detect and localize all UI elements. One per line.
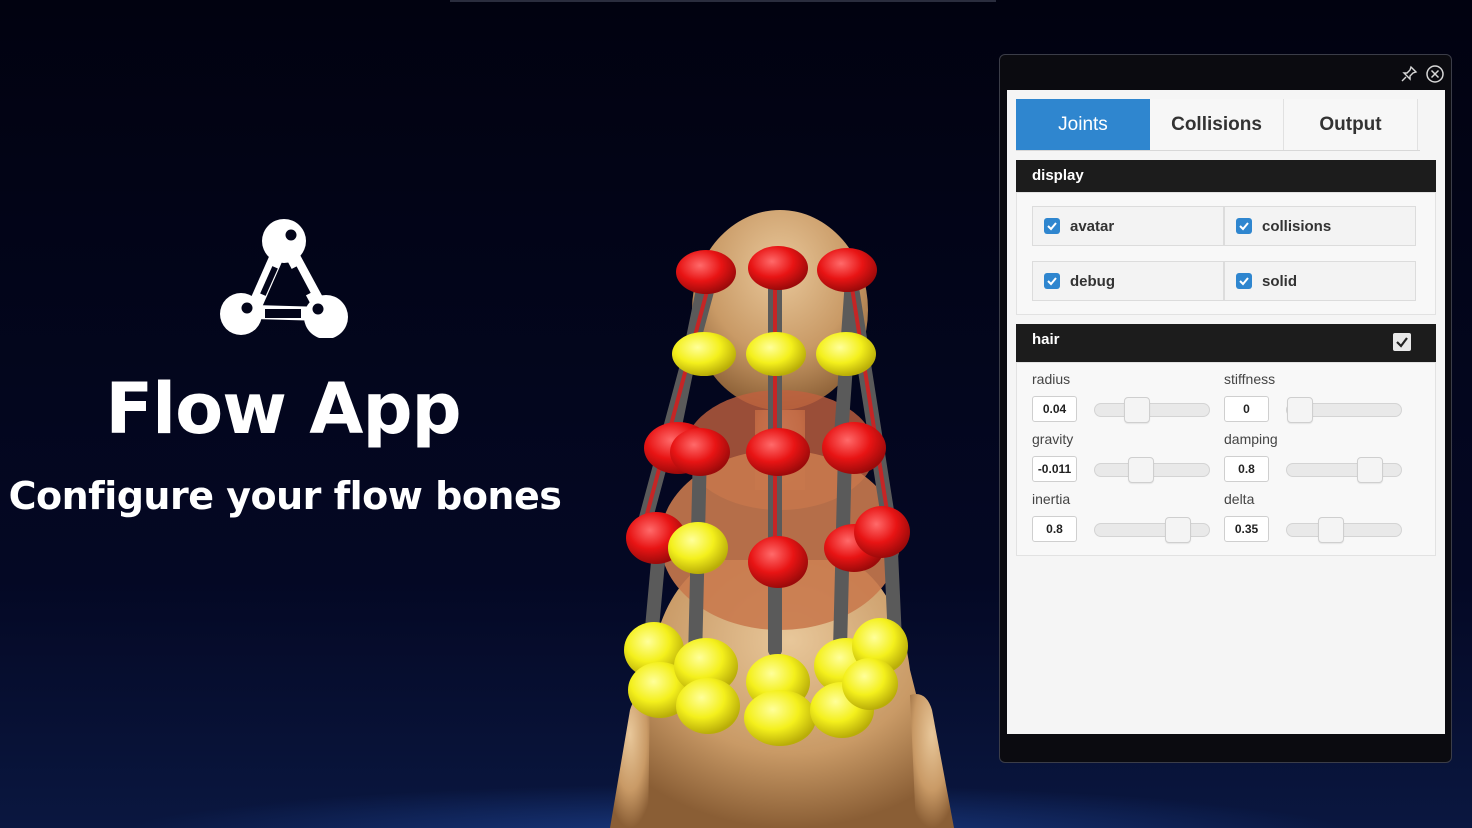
hair-section-header: hair (1016, 324, 1436, 362)
hair-enabled-checkbox[interactable] (1393, 333, 1411, 351)
gravity-slider[interactable] (1094, 457, 1210, 483)
gravity-label: gravity (1032, 431, 1074, 447)
tab-collisions-label: Collisions (1171, 113, 1262, 135)
avatar-checkbox[interactable]: avatar (1032, 206, 1224, 246)
delta-value-field[interactable]: 0.35 (1224, 516, 1269, 542)
delta-slider[interactable] (1286, 517, 1402, 543)
display-section-header: display (1016, 160, 1436, 192)
display-section-title: display (1032, 167, 1084, 184)
collisions-checkbox[interactable]: collisions (1224, 206, 1416, 246)
tab-collisions[interactable]: Collisions (1150, 99, 1284, 150)
radius-slider[interactable] (1094, 397, 1210, 423)
stiffness-label: stiffness (1224, 371, 1276, 387)
display-options: avatar collisions debug solid (1016, 192, 1436, 315)
inertia-value-field[interactable]: 0.8 (1032, 516, 1077, 542)
gravity-value-field[interactable]: -0.011 (1032, 456, 1077, 482)
flow-settings-panel: Joints Collisions Output display avatar … (999, 54, 1452, 763)
app-subtitle: Configure your flow bones (8, 474, 562, 518)
stiffness-slider[interactable] (1286, 397, 1402, 423)
checkbox-checked-icon (1236, 218, 1252, 234)
solid-checkbox[interactable]: solid (1224, 261, 1416, 301)
avatar-label: avatar (1070, 217, 1115, 235)
damping-slider[interactable] (1286, 457, 1402, 483)
checkbox-checked-icon (1236, 273, 1252, 289)
flow-logo-icon (220, 219, 348, 338)
radius-label: radius (1032, 371, 1071, 387)
debug-label: debug (1070, 272, 1115, 290)
inertia-slider[interactable] (1094, 517, 1210, 543)
hair-params: radius 0.04 stiffness 0 gravity -0.011 d… (1016, 362, 1436, 556)
tab-output-label: Output (1319, 113, 1382, 135)
damping-label: damping (1224, 431, 1278, 447)
delta-slider-thumb[interactable] (1317, 517, 1344, 543)
delta-label: delta (1224, 491, 1255, 507)
tab-bar: Joints Collisions Output (1016, 99, 1420, 151)
gravity-slider-thumb[interactable] (1128, 457, 1155, 483)
tab-joints-label: Joints (1058, 113, 1108, 135)
panel-content: Joints Collisions Output display avatar … (1007, 90, 1445, 734)
stiffness-slider-thumb[interactable] (1287, 397, 1313, 423)
top-edge-bar (450, 0, 996, 2)
inertia-slider-thumb[interactable] (1165, 517, 1192, 543)
debug-checkbox[interactable]: debug (1032, 261, 1224, 301)
hair-section-title: hair (1032, 331, 1060, 348)
radius-value-field[interactable]: 0.04 (1032, 396, 1077, 422)
avatar-3d-viewport[interactable] (570, 150, 990, 828)
collisions-label: collisions (1262, 217, 1332, 235)
checkmark-icon (1396, 337, 1408, 348)
inertia-label: inertia (1032, 491, 1071, 507)
checkbox-checked-icon (1044, 218, 1060, 234)
damping-slider-thumb[interactable] (1357, 457, 1384, 483)
app-title: Flow App (105, 368, 461, 450)
damping-value-field[interactable]: 0.8 (1224, 456, 1269, 482)
stiffness-value-field[interactable]: 0 (1224, 396, 1269, 422)
radius-slider-thumb[interactable] (1124, 397, 1151, 423)
solid-label: solid (1262, 272, 1298, 290)
close-icon[interactable] (1425, 64, 1445, 84)
pin-icon[interactable] (1400, 65, 1418, 83)
tab-output[interactable]: Output (1284, 99, 1418, 150)
checkbox-checked-icon (1044, 273, 1060, 289)
tab-joints[interactable]: Joints (1016, 99, 1150, 150)
